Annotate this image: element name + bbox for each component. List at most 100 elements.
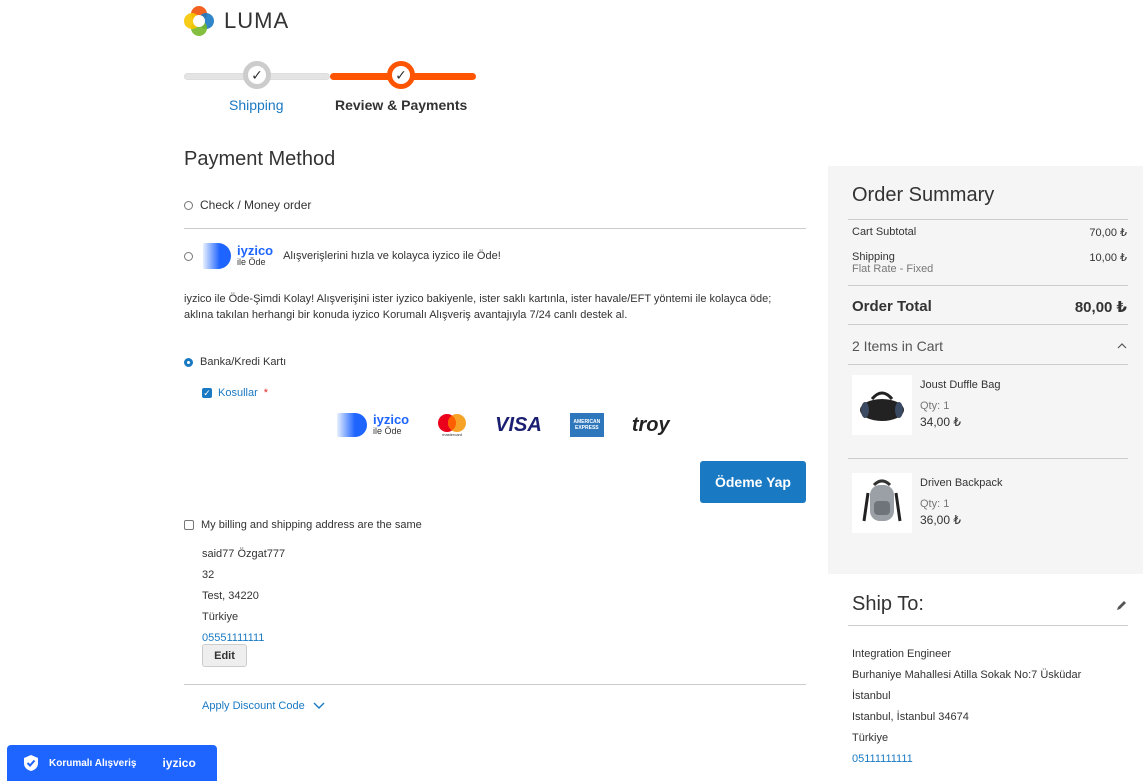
ship-to-title: Ship To:	[852, 593, 924, 615]
duffle-bag-thumbnail	[852, 375, 912, 435]
luma-logo-text: LUMA	[224, 8, 290, 33]
ship-to-name: Integration Engineer	[852, 648, 952, 660]
mastercard-icon	[438, 413, 467, 432]
same-address-checkbox[interactable]	[184, 520, 194, 530]
iyzico-sub: ile Öde	[237, 257, 266, 267]
required-mark: *	[263, 387, 269, 399]
terms-link[interactable]: Kosullar	[218, 387, 258, 399]
check-money-label: Check / Money order	[200, 198, 312, 212]
iyzico-tagline: Alışverişlerini hızla ve kolayca iyzico …	[283, 250, 501, 262]
iyzico-card-logo: iyzico ile Öde	[337, 413, 409, 437]
amex-text-2: EXPRESS	[575, 425, 599, 431]
chevron-up-icon	[1117, 343, 1127, 349]
iyzico-desc-line-1: iyzico ile Öde-Şimdi Kolay! Alışverişini…	[184, 293, 772, 305]
order-total-value: 80,00 ₺	[1074, 299, 1127, 316]
divider	[848, 364, 1128, 365]
checkout-progress: ✓ ✓ Shipping Review & Payments	[184, 60, 476, 113]
divider	[184, 684, 806, 685]
amex-logo: AMERICAN EXPRESS	[569, 413, 604, 437]
mastercard-text: mastercard	[442, 431, 463, 437]
troy-logo: troy	[631, 413, 670, 436]
billing-city: Test, 34220	[202, 590, 259, 602]
billing-address: said77 Özgat777 32 Test, 34220 Türkiye 0…	[202, 544, 285, 649]
edit-pencil-icon[interactable]	[1115, 600, 1127, 612]
ship-to-country: Türkiye	[852, 732, 889, 744]
backpack-icon	[862, 479, 902, 522]
same-address-option[interactable]: My billing and shipping address are the …	[184, 519, 422, 531]
shipping-row: Shipping Flat Rate - Fixed 10,00 ₺	[852, 251, 1127, 275]
iyzico-shape-icon	[203, 243, 231, 269]
item-name: Joust Duffle Bag	[920, 379, 1001, 391]
shield-check-icon	[24, 755, 38, 771]
same-address-label: My billing and shipping address are the …	[201, 519, 422, 531]
billing-country: Türkiye	[202, 611, 239, 623]
divider	[848, 458, 1128, 459]
billing-name: said77 Özgat777	[202, 548, 286, 560]
check-money-radio[interactable]	[184, 200, 193, 210]
shipping-label: Shipping	[852, 251, 895, 263]
iyzico-card-shape-icon	[337, 413, 367, 437]
cart-item-1: Joust Duffle Bag Qty: 1 34,00 ₺	[920, 377, 1001, 430]
iyzico-word: iyzico	[237, 243, 274, 258]
divider	[848, 285, 1128, 286]
card-option-label: Banka/Kredi Kartı	[200, 356, 287, 368]
protected-shopping-label: Korumalı Alışveriş	[49, 757, 137, 769]
item-qty: Qty: 1	[920, 400, 950, 412]
luma-logo-icon	[184, 6, 214, 36]
card-radio[interactable]	[184, 357, 193, 367]
order-total-row: Order Total 80,00 ₺	[852, 298, 1127, 316]
step-shipping-check-icon: ✓	[243, 61, 271, 89]
subtotal-label: Cart Subtotal	[852, 226, 917, 238]
discount-link[interactable]: Apply Discount Code	[202, 700, 305, 712]
ship-to-address: Integration Engineer Burhaniye Mahallesi…	[852, 644, 1081, 770]
item-name: Driven Backpack	[920, 477, 1003, 489]
duffle-bag-icon	[860, 391, 904, 421]
visa-logo: VISA	[495, 413, 542, 436]
cart-item-2: Driven Backpack Qty: 1 36,00 ₺	[920, 475, 1003, 528]
iyzico-option[interactable]: iyzico ile Öde Alışverişlerini hızla ve …	[184, 243, 501, 269]
divider	[848, 625, 1128, 626]
pay-button[interactable]: Ödeme Yap	[700, 461, 806, 503]
billing-street: 32	[202, 569, 215, 581]
iyzico-desc-line-2: aklına takılan herhangi bir konuda iyzic…	[184, 309, 628, 321]
edit-billing-button[interactable]: Edit	[202, 644, 247, 667]
payment-method-title: Payment Method	[184, 148, 336, 170]
chevron-down-icon	[313, 702, 325, 709]
terms-checkbox[interactable]: ✓	[202, 388, 212, 398]
order-total-label: Order Total	[852, 298, 932, 315]
item-qty: Qty: 1	[920, 498, 950, 510]
items-in-cart-toggle[interactable]: 2 Items in Cart	[852, 338, 1127, 354]
item-price: 36,00 ₺	[920, 513, 961, 527]
subtotal-row: Cart Subtotal 70,00 ₺	[852, 226, 1127, 239]
step-review-check-icon: ✓	[387, 61, 415, 89]
step-review-label: Review & Payments	[335, 97, 468, 113]
iyzico-radio[interactable]	[184, 251, 193, 261]
items-in-cart-label: 2 Items in Cart	[852, 338, 944, 354]
divider	[184, 228, 806, 229]
iyzico-card-sub: ile Öde	[373, 426, 402, 436]
order-summary: Order Summary Cart Subtotal 70,00 ₺ Ship…	[828, 166, 1143, 574]
check-money-option[interactable]: Check / Money order	[184, 198, 311, 212]
ship-to-city: Istanbul, İstanbul 34674	[852, 711, 969, 723]
protected-shopping-badge[interactable]: Korumalı Alışveriş iyzico	[7, 745, 217, 781]
discount-toggle[interactable]: Apply Discount Code	[202, 700, 325, 712]
badge-iyzico-brand: iyzico	[162, 756, 196, 770]
shipping-method: Flat Rate - Fixed	[852, 263, 934, 275]
ship-to-street: Burhaniye Mahallesi Atilla Sokak No:7 Üs…	[852, 669, 1082, 681]
item-price: 34,00 ₺	[920, 415, 961, 429]
terms-option[interactable]: ✓ Kosullar *	[202, 387, 268, 399]
ship-to-district: İstanbul	[852, 690, 891, 702]
order-summary-title: Order Summary	[852, 184, 995, 206]
subtotal-value: 70,00 ₺	[1089, 227, 1127, 239]
iyzico-logo: iyzico ile Öde	[203, 243, 273, 269]
shipping-value: 10,00 ₺	[1089, 252, 1127, 264]
step-shipping-link[interactable]: Shipping	[229, 97, 284, 113]
ship-to-phone-link[interactable]: 05111111111	[852, 749, 1081, 770]
divider	[848, 219, 1128, 220]
card-logos: iyzico ile Öde mastercard VISA AMERICAN …	[337, 413, 670, 437]
card-option[interactable]: Banka/Kredi Kartı	[184, 356, 286, 368]
backpack-thumbnail	[852, 473, 912, 533]
luma-logo[interactable]: LUMA	[184, 6, 289, 36]
iyzico-description: iyzico ile Öde-Şimdi Kolay! Alışverişini…	[184, 291, 804, 323]
divider	[848, 324, 1128, 325]
